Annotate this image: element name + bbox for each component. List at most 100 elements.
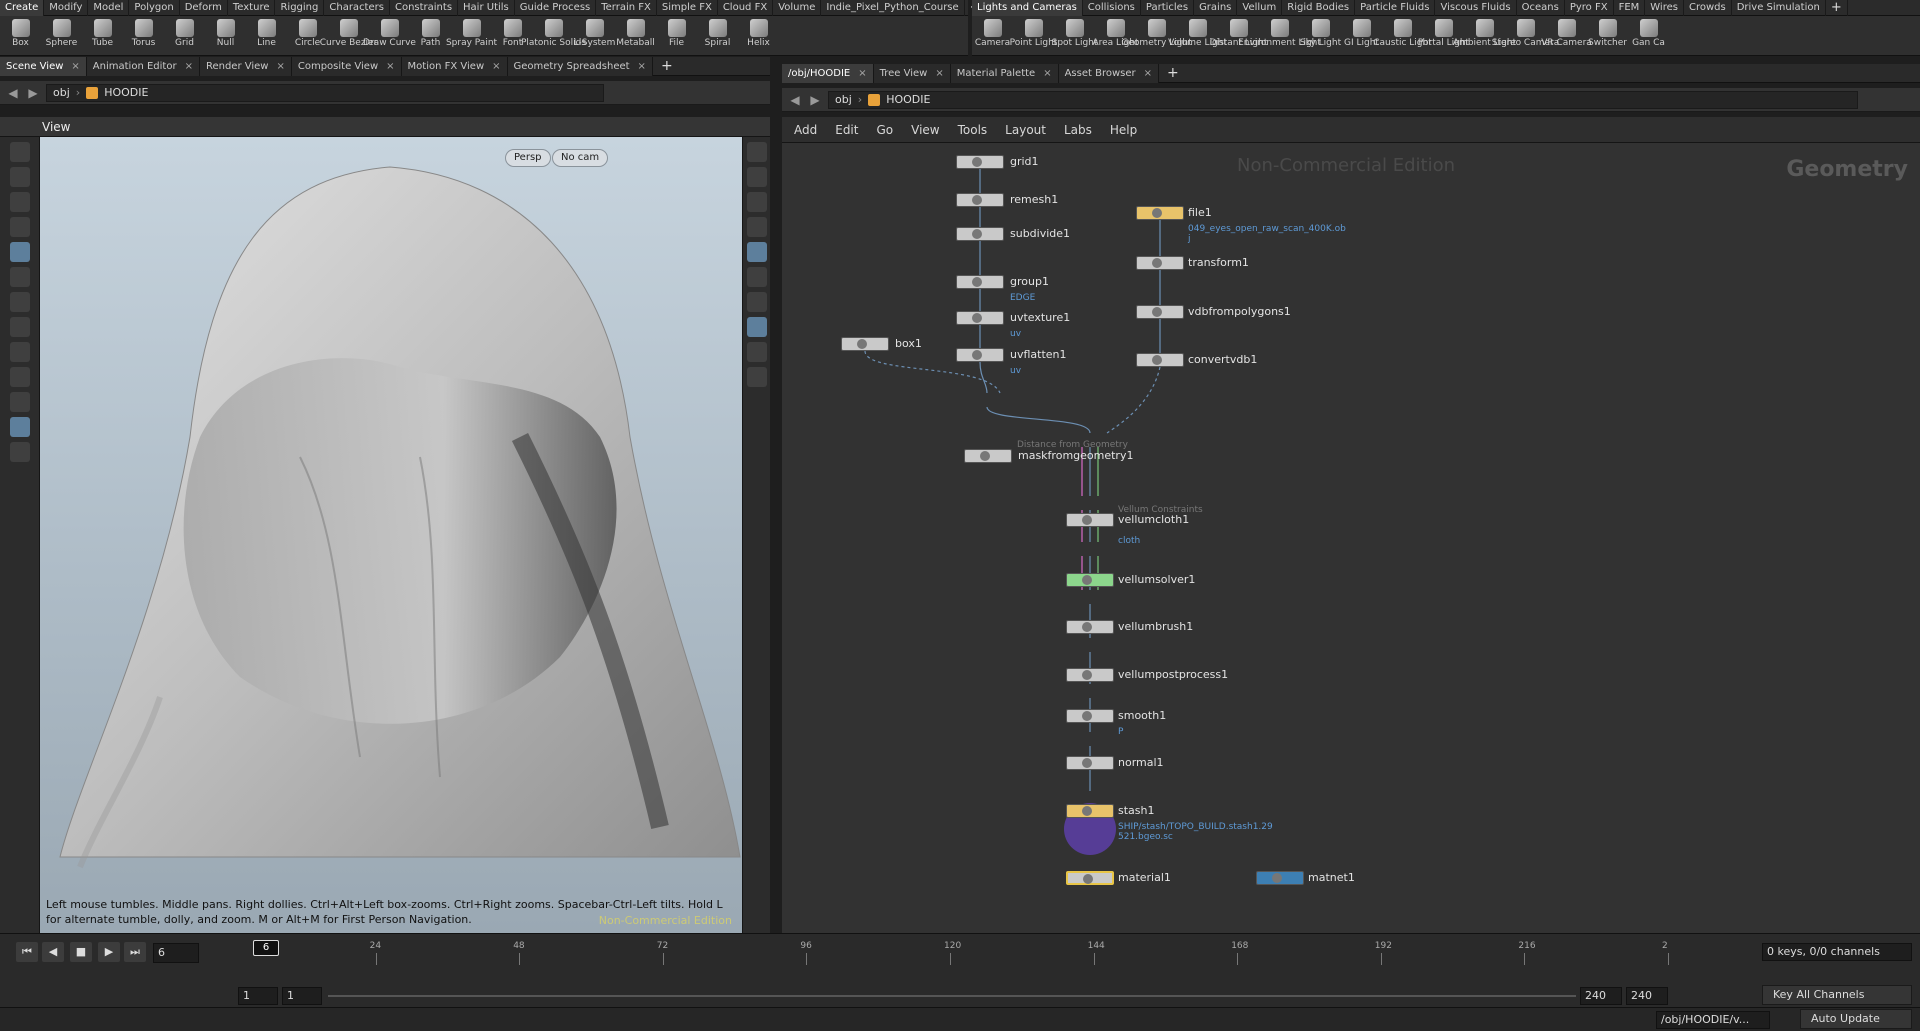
shelf-tab[interactable]: Indie_Pixel_Python_Course: [821, 0, 965, 16]
grid-icon[interactable]: [746, 367, 767, 387]
move-tool-icon[interactable]: [9, 267, 30, 287]
shelf-tab[interactable]: Rigging: [275, 0, 325, 16]
shelf-tool[interactable]: Sphere: [41, 16, 82, 56]
close-tab-icon[interactable]: ×: [185, 57, 193, 76]
menu-item[interactable]: Add: [794, 123, 817, 137]
close-tab-icon[interactable]: ×: [1043, 64, 1051, 83]
node-convertvdb1[interactable]: [1136, 353, 1184, 367]
menu-item[interactable]: Layout: [1005, 123, 1046, 137]
pane-tab[interactable]: Asset Browser ×: [1058, 63, 1160, 83]
range-slider[interactable]: [328, 995, 1576, 997]
close-tab-icon[interactable]: ×: [858, 64, 866, 83]
node-material1[interactable]: [1066, 871, 1114, 885]
add-shelf-icon[interactable]: +: [1826, 0, 1848, 16]
shelf-tool[interactable]: Camera: [972, 16, 1013, 56]
pane-tab[interactable]: /obj/HOODIE ×: [782, 63, 874, 83]
display-icon[interactable]: [746, 317, 767, 337]
close-tab-icon[interactable]: ×: [71, 57, 79, 76]
lock-view-icon[interactable]: [746, 192, 767, 212]
rotate-tool-icon[interactable]: [9, 292, 30, 312]
shelf-tab[interactable]: Viscous Fluids: [1435, 0, 1517, 16]
node-group1[interactable]: [956, 275, 1004, 289]
node-box1[interactable]: [841, 337, 889, 351]
pane-tab[interactable]: Motion FX View ×: [401, 56, 508, 76]
shelf-tab[interactable]: Constraints: [390, 0, 459, 16]
magnet-icon[interactable]: [9, 392, 30, 412]
shelf-tool[interactable]: Curve Bezier: [320, 16, 377, 56]
shelf-tab[interactable]: Wires: [1645, 0, 1684, 16]
shelf-tab[interactable]: Grains: [1194, 0, 1238, 16]
crumb-obj[interactable]: obj: [835, 93, 852, 106]
shelf-tool[interactable]: Volume Light: [1168, 16, 1227, 56]
lock-icon[interactable]: [9, 242, 30, 262]
shelf-tool[interactable]: Geometry Light: [1121, 16, 1192, 56]
current-frame-field[interactable]: 6: [153, 943, 199, 963]
timeline-ruler[interactable]: 6 24 48 72 96 120 144 168 192 216 2: [238, 937, 1669, 975]
crumb-obj[interactable]: obj: [53, 86, 70, 99]
node-uvtexture1[interactable]: [956, 311, 1004, 325]
node-vellumpostprocess1[interactable]: [1066, 668, 1114, 682]
shelf-tool[interactable]: Stereo Camera: [1492, 16, 1559, 56]
key-all-channels-button[interactable]: Key All Channels: [1762, 985, 1912, 1005]
shelf-tool[interactable]: Ambient Light: [1453, 16, 1516, 56]
shelf-tab[interactable]: Deform: [180, 0, 228, 16]
shelf-tab[interactable]: Terrain FX: [596, 0, 657, 16]
shelf-tab[interactable]: Create: [0, 0, 45, 16]
shelf-tab[interactable]: Simple FX: [657, 0, 718, 16]
step-back-icon[interactable]: ◀: [42, 942, 64, 962]
view-tool-icon[interactable]: [9, 417, 30, 437]
shelf-tool[interactable]: GI Light: [1341, 16, 1382, 56]
shelf-tool[interactable]: Helix: [738, 16, 779, 56]
shelf-tool[interactable]: Null: [205, 16, 246, 56]
normal-icon[interactable]: [746, 292, 767, 312]
shelf-tool[interactable]: Spray Paint: [446, 16, 497, 56]
scale-tool-icon[interactable]: [9, 317, 30, 337]
node-stash1[interactable]: [1066, 804, 1114, 818]
stop-icon[interactable]: ■: [70, 942, 92, 962]
node-smooth1[interactable]: [1066, 709, 1114, 723]
ghost-icon[interactable]: [746, 167, 767, 187]
shelf-tab[interactable]: Cloud FX: [718, 0, 774, 16]
shelf-tab[interactable]: Texture: [228, 0, 276, 16]
paint-tool-icon[interactable]: [9, 192, 30, 212]
forward-icon[interactable]: ▶: [26, 86, 40, 100]
shelf-tab[interactable]: Drive Simulation: [1732, 0, 1826, 16]
pane-tab[interactable]: Animation Editor ×: [86, 56, 200, 76]
back-icon[interactable]: ◀: [788, 93, 802, 107]
shelf-tool[interactable]: Environment Light: [1238, 16, 1321, 56]
shelf-tab[interactable]: Volume: [773, 0, 822, 16]
info-icon[interactable]: [746, 342, 767, 362]
crumb-hoodie[interactable]: HOODIE: [886, 93, 930, 106]
node-vellumbrush1[interactable]: [1066, 620, 1114, 634]
node-vellumcloth1[interactable]: [1066, 513, 1114, 527]
node-uvflatten1[interactable]: [956, 348, 1004, 362]
shelf-tab[interactable]: Characters: [324, 0, 390, 16]
node-grid1[interactable]: [956, 155, 1004, 169]
network-breadcrumb[interactable]: obj › HOODIE: [828, 90, 1858, 109]
shelf-tab[interactable]: Guide Process: [515, 0, 597, 16]
jump-start-icon[interactable]: ⏮: [16, 942, 38, 962]
shelf-tab[interactable]: Particle Fluids: [1355, 0, 1436, 16]
visibility-icon[interactable]: [746, 142, 767, 162]
pane-tab[interactable]: Material Palette ×: [950, 63, 1059, 83]
pose-tool-icon[interactable]: [9, 342, 30, 362]
camera-menu[interactable]: No cam: [552, 149, 609, 167]
shelf-tool[interactable]: Portal Light: [1418, 16, 1469, 56]
shelf-tool[interactable]: Line: [246, 16, 287, 56]
node-maskfromgeometry1[interactable]: [964, 449, 1012, 463]
shelf-tool[interactable]: Tube: [82, 16, 123, 56]
breadcrumb[interactable]: obj › HOODIE: [46, 83, 604, 102]
auto-update-button[interactable]: Auto Update: [1800, 1009, 1912, 1029]
shelf-tab[interactable]: Rigid Bodies: [1282, 0, 1356, 16]
menu-item[interactable]: Edit: [835, 123, 858, 137]
shelf-tab[interactable]: Oceans: [1517, 0, 1565, 16]
shelf-tab[interactable]: Model: [88, 0, 130, 16]
shelf-tab[interactable]: Vellum: [1237, 0, 1283, 16]
play-icon[interactable]: ▶: [98, 942, 120, 962]
scene-viewport[interactable]: Persp No cam Left mouse tumbles. Middle …: [40, 137, 742, 933]
back-icon[interactable]: ◀: [6, 86, 20, 100]
jump-end-icon[interactable]: ⏭: [124, 942, 146, 962]
shelf-tool[interactable]: Path: [410, 16, 451, 56]
shelf-tab[interactable]: Collisions: [1083, 0, 1141, 16]
shelf-tool[interactable]: Spiral: [697, 16, 738, 56]
